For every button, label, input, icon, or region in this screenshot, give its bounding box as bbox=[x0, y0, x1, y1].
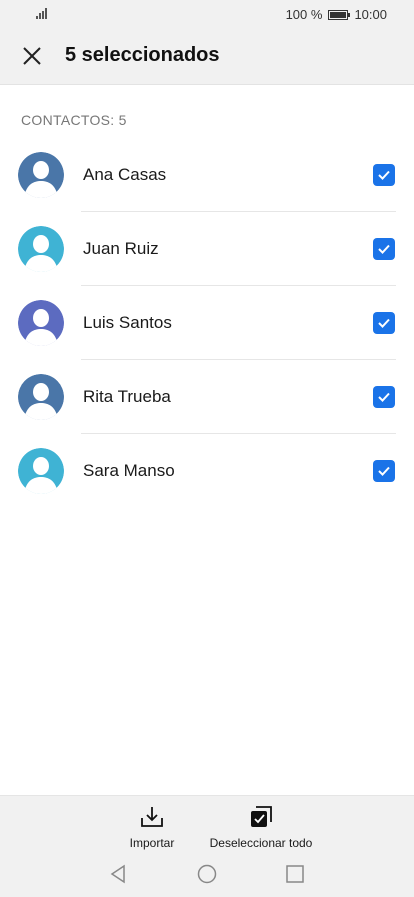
bottom-action-bar: Importar Deseleccionar todo bbox=[0, 795, 414, 897]
contact-checkbox[interactable] bbox=[373, 312, 395, 334]
contact-checkbox[interactable] bbox=[373, 164, 395, 186]
import-label: Importar bbox=[129, 836, 175, 850]
contact-row[interactable]: Juan Ruiz bbox=[0, 212, 414, 286]
deselect-all-label: Deseleccionar todo bbox=[209, 836, 313, 850]
contact-name: Luis Santos bbox=[83, 313, 172, 332]
status-bar: 100 % 10:00 bbox=[0, 0, 414, 28]
battery-percent: 100 % bbox=[285, 7, 323, 22]
contact-checkbox[interactable] bbox=[373, 460, 395, 482]
contact-checkbox[interactable] bbox=[373, 238, 395, 260]
contact-name: Ana Casas bbox=[83, 165, 167, 184]
battery-icon bbox=[328, 9, 351, 20]
avatar bbox=[18, 374, 64, 420]
clock: 10:00 bbox=[354, 7, 387, 22]
avatar bbox=[18, 448, 64, 494]
selection-header: 5 seleccionados bbox=[0, 28, 414, 85]
signal-icon bbox=[36, 8, 47, 19]
contact-row[interactable]: Luis Santos bbox=[0, 286, 414, 360]
contact-checkbox[interactable] bbox=[373, 386, 395, 408]
back-icon[interactable] bbox=[107, 863, 129, 885]
import-button[interactable]: Importar bbox=[120, 804, 184, 850]
contact-name: Juan Ruiz bbox=[83, 239, 159, 258]
avatar bbox=[18, 152, 64, 198]
status-right: 100 % 10:00 bbox=[286, 7, 387, 22]
deselect-all-icon bbox=[251, 806, 272, 827]
contact-name: Rita Trueba bbox=[83, 387, 171, 406]
contact-name: Sara Manso bbox=[83, 461, 175, 480]
contact-row[interactable]: Ana Casas bbox=[0, 138, 414, 212]
contact-row[interactable]: Sara Manso bbox=[0, 434, 414, 508]
deselect-all-button[interactable]: Deseleccionar todo bbox=[204, 804, 318, 850]
contact-list: Ana Casas Juan Ruiz Luis Santos Rita Tru… bbox=[0, 138, 414, 508]
avatar bbox=[18, 226, 64, 272]
contact-row[interactable]: Rita Trueba bbox=[0, 360, 414, 434]
close-icon[interactable] bbox=[18, 42, 46, 70]
import-icon bbox=[141, 807, 163, 827]
home-icon[interactable] bbox=[196, 863, 218, 885]
page-title: 5 seleccionados bbox=[65, 44, 220, 66]
recents-icon[interactable] bbox=[284, 863, 306, 885]
section-label: CONTACTOS: 5 bbox=[21, 112, 127, 128]
avatar bbox=[18, 300, 64, 346]
